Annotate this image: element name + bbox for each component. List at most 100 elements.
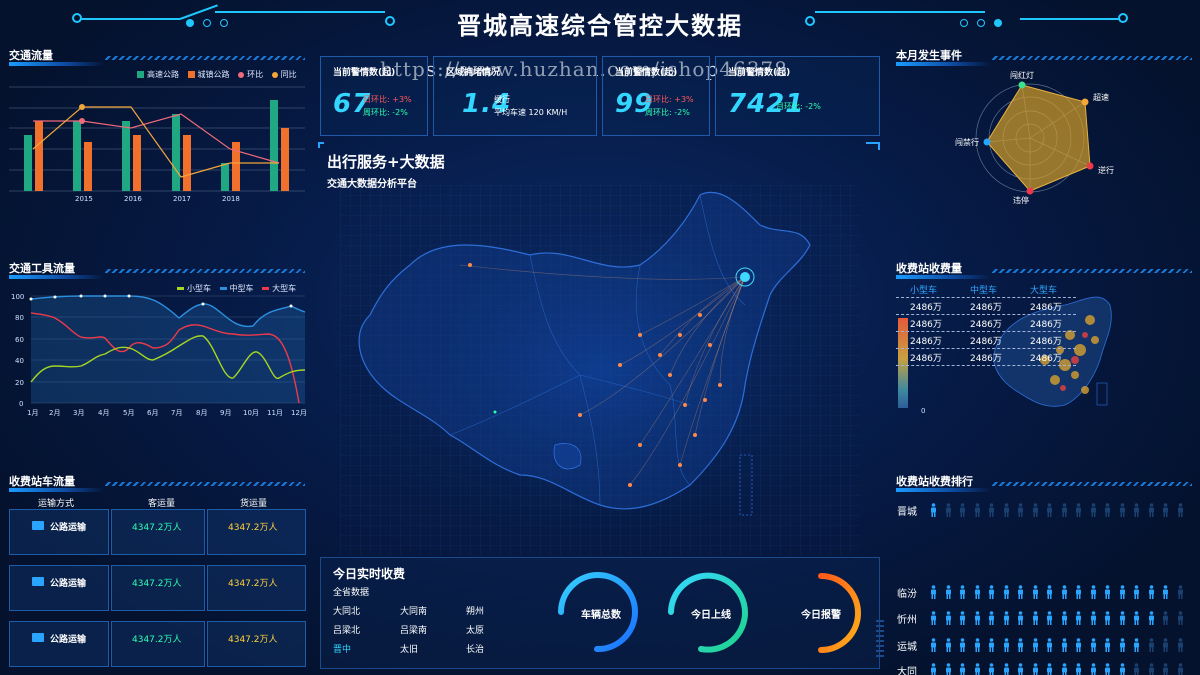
person-icon	[1046, 610, 1053, 625]
person-icon	[1148, 584, 1155, 599]
legend-yoy: 同比	[271, 70, 297, 79]
person-icon	[1061, 584, 1068, 599]
city-item[interactable]: 太旧	[400, 642, 418, 655]
person-icon	[1104, 502, 1111, 517]
person-icon	[1017, 662, 1024, 675]
person-icon	[1075, 662, 1082, 675]
toll-flow-row: 公路运输 4347.2万人 4347.2万人	[9, 509, 306, 555]
radar-label: 逆行	[1098, 165, 1114, 175]
person-icon	[1075, 502, 1082, 517]
city-item[interactable]: 大同北	[333, 604, 360, 617]
kpi-alerts-card[interactable]: 当前警情数(起) 67 日环比: +3% 周环比: -2%	[320, 56, 428, 136]
person-icon	[1046, 584, 1053, 599]
month-label: 7月	[171, 409, 182, 417]
city-item[interactable]: 长治	[466, 642, 484, 655]
person-icon	[974, 637, 981, 652]
person-icon	[959, 637, 966, 652]
person-icon	[1090, 662, 1097, 675]
toll-flow-row: 公路运输 4347.2万人 4347.2万人	[9, 565, 306, 611]
toll-flow-title: 收费站车流量	[9, 475, 75, 488]
person-icon	[959, 584, 966, 599]
person-icon	[1162, 584, 1169, 599]
person-icon	[1032, 502, 1039, 517]
person-icon	[1177, 610, 1184, 625]
month-label: 5月	[123, 409, 134, 417]
person-icon	[1061, 662, 1068, 675]
kpi-congestion-card[interactable]: 区域拥堵情况 1.4 缓行 平均车速 120 KM/H	[433, 56, 597, 136]
yoy-line	[32, 106, 279, 178]
person-icon	[930, 584, 937, 599]
events-radar-area	[986, 84, 1091, 192]
person-icon	[1061, 637, 1068, 652]
radar-label: 闯红灯	[1010, 70, 1034, 80]
person-icon	[1090, 502, 1097, 517]
rank-people-row	[930, 610, 1200, 626]
person-icon	[1075, 610, 1082, 625]
toll-fee-row: 2486万 2486万 2486万	[896, 349, 1076, 366]
truck-icon	[32, 633, 44, 642]
person-icon	[1133, 637, 1140, 652]
person-icon	[930, 610, 937, 625]
rank-station-name: 晋城	[897, 507, 917, 518]
city-item[interactable]: 大同南	[400, 604, 427, 617]
person-icon	[1119, 502, 1126, 517]
person-icon	[1177, 502, 1184, 517]
toll-fee-table: 小型车 中型车 大型车 2486万 2486万 2486万 2486万 2486万 24…	[896, 283, 1076, 366]
toll-flow-row: 公路运输 4347.2万人 4347.2万人	[9, 621, 306, 667]
person-icon	[1104, 610, 1111, 625]
ring-label-online: 今日上线	[691, 610, 731, 621]
person-icon	[1003, 662, 1010, 675]
person-icon	[974, 610, 981, 625]
month-label: 1月	[27, 409, 38, 417]
y-tick: 60	[15, 336, 24, 344]
legend-mom: 环比	[238, 70, 263, 79]
rank-people-row	[930, 662, 1200, 675]
city-item[interactable]: 吕梁北	[333, 623, 360, 636]
person-icon	[1133, 502, 1140, 517]
person-icon	[974, 584, 981, 599]
person-icon	[1032, 610, 1039, 625]
person-icon	[959, 502, 966, 517]
year-label: 2018	[222, 195, 240, 203]
kpi-alerts-card-2[interactable]: 当前警情数(起) 99 日环比: +3% 周环比: -2%	[602, 56, 710, 136]
month-label: 8月	[196, 409, 207, 417]
year-label: 2015	[75, 195, 93, 203]
person-icon	[1075, 637, 1082, 652]
person-icon	[1177, 662, 1184, 675]
person-icon	[1017, 584, 1024, 599]
city-item[interactable]: 吕梁南	[400, 623, 427, 636]
person-icon	[1119, 637, 1126, 652]
person-icon	[1017, 610, 1024, 625]
realtime-toll-panel: 今日实时收费 全省数据 大同北 大同南 朔州 吕梁北 吕梁南 太原 晋中 太旧 …	[320, 557, 880, 669]
radar-label: 闯禁行	[955, 137, 979, 147]
legend-highway: 高速公路	[137, 70, 179, 79]
person-icon	[1104, 584, 1111, 599]
person-icon	[945, 637, 952, 652]
toll-fee-title: 收费站收费量	[896, 262, 962, 275]
month-label: 11月	[267, 409, 283, 417]
page-title: 晋城高速综合管控大数据	[457, 12, 743, 40]
person-icon	[1003, 584, 1010, 599]
traffic-flow-legend: 高速公路 城镇公路 环比 同比	[137, 69, 297, 80]
city-item[interactable]: 朔州	[466, 604, 484, 617]
person-icon	[945, 662, 952, 675]
china-traffic-map[interactable]	[340, 185, 860, 555]
person-icon	[1017, 637, 1024, 652]
person-icon	[930, 502, 937, 517]
city-item-active[interactable]: 晋中	[333, 642, 351, 655]
person-icon	[1090, 637, 1097, 652]
person-icon	[1119, 610, 1126, 625]
city-item[interactable]: 太原	[466, 623, 484, 636]
person-icon	[1032, 662, 1039, 675]
year-label: 2017	[173, 195, 191, 203]
person-icon	[1133, 662, 1140, 675]
person-icon	[1162, 610, 1169, 625]
events-title: 本月发生事件	[896, 49, 962, 62]
rank-people-row	[930, 502, 1200, 518]
events-radar-chart: 闯红灯 超速 逆行 违停 闯禁行	[955, 70, 1114, 205]
person-icon	[1162, 502, 1169, 517]
toll-fee-row: 2486万 2486万 2486万	[896, 298, 1076, 315]
kpi-alerts-card-3[interactable]: 当前警情数(起) 7421 月环比: -2%	[715, 56, 880, 136]
origin-point	[740, 272, 750, 282]
rank-people-row	[930, 637, 1200, 653]
